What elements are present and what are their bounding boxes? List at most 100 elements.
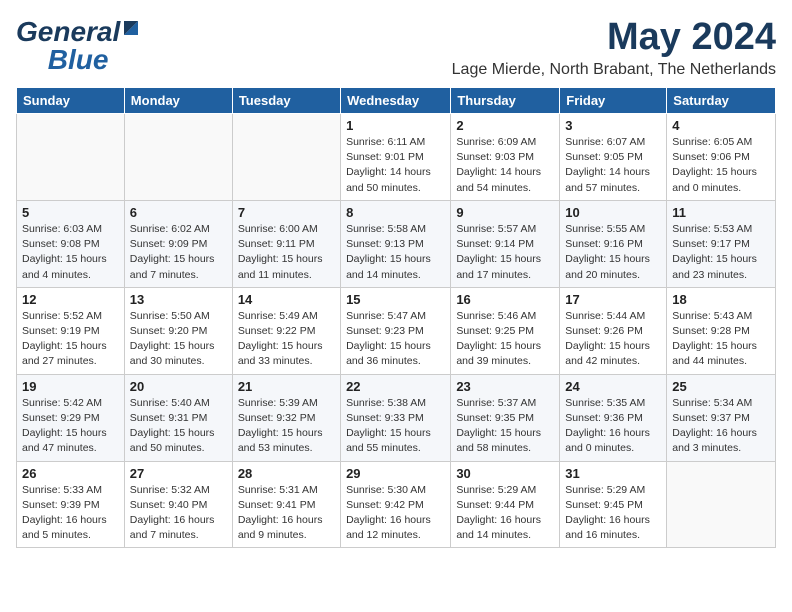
day-info: Sunrise: 6:07 AMSunset: 9:05 PMDaylight:… [565,135,661,196]
day-number: 23 [456,379,554,394]
day-number: 16 [456,292,554,307]
day-info: Sunrise: 6:02 AMSunset: 9:09 PMDaylight:… [130,222,227,283]
day-number: 29 [346,466,445,481]
calendar-cell: 12 Sunrise: 5:52 AMSunset: 9:19 PMDayligh… [17,287,125,374]
calendar-cell [17,114,125,201]
day-number: 2 [456,118,554,133]
day-info: Sunrise: 5:29 AMSunset: 9:44 PMDaylight:… [456,483,554,544]
calendar-cell: 25 Sunrise: 5:34 AMSunset: 9:37 PMDayligh… [667,374,776,461]
title-block: May 2024 Lage Mierde, North Brabant, The… [452,16,776,79]
calendar-cell [667,461,776,548]
calendar-week-5: 26 Sunrise: 5:33 AMSunset: 9:39 PMDayligh… [17,461,776,548]
day-number: 31 [565,466,661,481]
day-number: 14 [238,292,335,307]
day-number: 12 [22,292,119,307]
day-info: Sunrise: 6:11 AMSunset: 9:01 PMDaylight:… [346,135,445,196]
day-info: Sunrise: 5:58 AMSunset: 9:13 PMDaylight:… [346,222,445,283]
day-number: 13 [130,292,227,307]
day-number: 15 [346,292,445,307]
page-header: General Blue May 2024 Lage Mierde, North… [16,16,776,79]
day-info: Sunrise: 5:57 AMSunset: 9:14 PMDaylight:… [456,222,554,283]
calendar-cell: 3 Sunrise: 6:07 AMSunset: 9:05 PMDaylight… [560,114,667,201]
day-number: 8 [346,205,445,220]
calendar-cell: 11 Sunrise: 5:53 AMSunset: 9:17 PMDayligh… [667,200,776,287]
day-info: Sunrise: 5:34 AMSunset: 9:37 PMDaylight:… [672,396,770,457]
calendar-cell: 17Sunrise: 5:44 AMSunset: 9:26 PMDayligh… [560,287,667,374]
calendar-cell: 30 Sunrise: 5:29 AMSunset: 9:44 PMDayligh… [451,461,560,548]
day-info: Sunrise: 5:33 AMSunset: 9:39 PMDaylight:… [22,483,119,544]
calendar-cell: 1 Sunrise: 6:11 AMSunset: 9:01 PMDaylight… [341,114,451,201]
calendar-cell: 9Sunrise: 5:57 AMSunset: 9:14 PMDaylight… [451,200,560,287]
calendar-cell: 4Sunrise: 6:05 AMSunset: 9:06 PMDaylight… [667,114,776,201]
weekday-header-tuesday: Tuesday [232,88,340,114]
logo: General Blue [16,16,140,76]
day-info: Sunrise: 5:35 AMSunset: 9:36 PMDaylight:… [565,396,661,457]
calendar-cell: 20 Sunrise: 5:40 AMSunset: 9:31 PMDayligh… [124,374,232,461]
logo-blue: Blue [48,44,109,76]
month-year-title: May 2024 [452,16,776,59]
calendar-cell [232,114,340,201]
day-info: Sunrise: 5:50 AMSunset: 9:20 PMDaylight:… [130,309,227,370]
day-number: 22 [346,379,445,394]
day-number: 10 [565,205,661,220]
day-number: 21 [238,379,335,394]
calendar-cell: 15 Sunrise: 5:47 AMSunset: 9:23 PMDayligh… [341,287,451,374]
calendar-week-4: 19Sunrise: 5:42 AMSunset: 9:29 PMDayligh… [17,374,776,461]
calendar-cell: 2Sunrise: 6:09 AMSunset: 9:03 PMDaylight… [451,114,560,201]
calendar-cell: 14 Sunrise: 5:49 AMSunset: 9:22 PMDayligh… [232,287,340,374]
calendar-cell: 23Sunrise: 5:37 AMSunset: 9:35 PMDayligh… [451,374,560,461]
calendar-table: SundayMondayTuesdayWednesdayThursdayFrid… [16,87,776,548]
day-number: 30 [456,466,554,481]
day-info: Sunrise: 5:38 AMSunset: 9:33 PMDaylight:… [346,396,445,457]
day-number: 3 [565,118,661,133]
day-info: Sunrise: 5:32 AMSunset: 9:40 PMDaylight:… [130,483,227,544]
day-info: Sunrise: 5:47 AMSunset: 9:23 PMDaylight:… [346,309,445,370]
day-info: Sunrise: 5:29 AMSunset: 9:45 PMDaylight:… [565,483,661,544]
calendar-cell: 18 Sunrise: 5:43 AMSunset: 9:28 PMDayligh… [667,287,776,374]
day-info: Sunrise: 5:53 AMSunset: 9:17 PMDaylight:… [672,222,770,283]
calendar-week-2: 5 Sunrise: 6:03 AMSunset: 9:08 PMDaylight… [17,200,776,287]
day-number: 4 [672,118,770,133]
calendar-cell: 21Sunrise: 5:39 AMSunset: 9:32 PMDayligh… [232,374,340,461]
weekday-header-sunday: Sunday [17,88,125,114]
calendar-cell: 27 Sunrise: 5:32 AMSunset: 9:40 PMDayligh… [124,461,232,548]
day-number: 20 [130,379,227,394]
day-number: 26 [22,466,119,481]
day-info: Sunrise: 5:31 AMSunset: 9:41 PMDaylight:… [238,483,335,544]
weekday-header-row: SundayMondayTuesdayWednesdayThursdayFrid… [17,88,776,114]
calendar-cell: 19Sunrise: 5:42 AMSunset: 9:29 PMDayligh… [17,374,125,461]
day-number: 25 [672,379,770,394]
day-number: 17 [565,292,661,307]
day-info: Sunrise: 5:40 AMSunset: 9:31 PMDaylight:… [130,396,227,457]
day-info: Sunrise: 5:55 AMSunset: 9:16 PMDaylight:… [565,222,661,283]
weekday-header-thursday: Thursday [451,88,560,114]
calendar-cell: 8 Sunrise: 5:58 AMSunset: 9:13 PMDaylight… [341,200,451,287]
calendar-cell: 24Sunrise: 5:35 AMSunset: 9:36 PMDayligh… [560,374,667,461]
day-number: 7 [238,205,335,220]
day-number: 28 [238,466,335,481]
calendar-cell: 22 Sunrise: 5:38 AMSunset: 9:33 PMDayligh… [341,374,451,461]
day-number: 11 [672,205,770,220]
calendar-cell: 16 Sunrise: 5:46 AMSunset: 9:25 PMDayligh… [451,287,560,374]
calendar-cell: 10 Sunrise: 5:55 AMSunset: 9:16 PMDayligh… [560,200,667,287]
day-info: Sunrise: 6:00 AMSunset: 9:11 PMDaylight:… [238,222,335,283]
day-info: Sunrise: 5:43 AMSunset: 9:28 PMDaylight:… [672,309,770,370]
day-number: 1 [346,118,445,133]
calendar-week-3: 12 Sunrise: 5:52 AMSunset: 9:19 PMDayligh… [17,287,776,374]
day-info: Sunrise: 5:46 AMSunset: 9:25 PMDaylight:… [456,309,554,370]
logo-arrow-icon [122,19,140,37]
day-number: 6 [130,205,227,220]
day-info: Sunrise: 5:52 AMSunset: 9:19 PMDaylight:… [22,309,119,370]
weekday-header-saturday: Saturday [667,88,776,114]
weekday-header-wednesday: Wednesday [341,88,451,114]
location-subtitle: Lage Mierde, North Brabant, The Netherla… [452,61,776,79]
day-number: 27 [130,466,227,481]
day-number: 18 [672,292,770,307]
weekday-header-friday: Friday [560,88,667,114]
calendar-cell: 5 Sunrise: 6:03 AMSunset: 9:08 PMDaylight… [17,200,125,287]
day-info: Sunrise: 6:03 AMSunset: 9:08 PMDaylight:… [22,222,119,283]
calendar-cell: 6 Sunrise: 6:02 AMSunset: 9:09 PMDaylight… [124,200,232,287]
day-number: 5 [22,205,119,220]
calendar-cell: 26 Sunrise: 5:33 AMSunset: 9:39 PMDayligh… [17,461,125,548]
day-info: Sunrise: 5:49 AMSunset: 9:22 PMDaylight:… [238,309,335,370]
